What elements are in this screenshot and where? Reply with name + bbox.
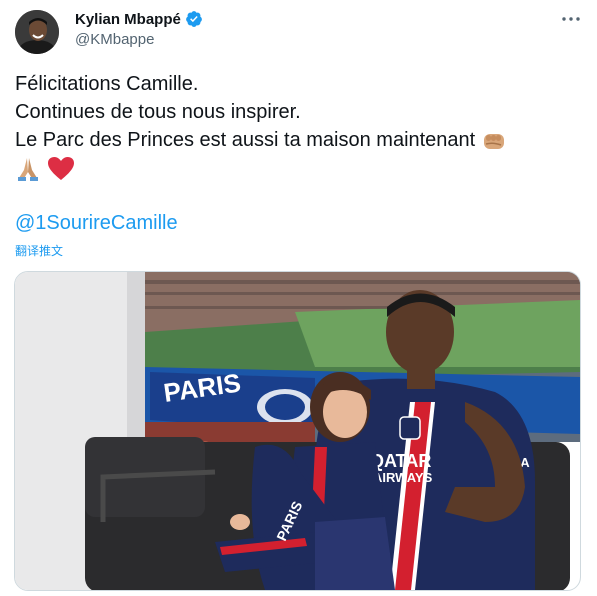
verified-badge-icon (185, 11, 202, 27)
tweet-card: Kylian Mbappé @KMbappe Félicitations Cam… (0, 0, 597, 596)
tweet-line-3-row: Le Parc des Princes est aussi ta maison … (15, 126, 585, 154)
translate-tweet-link[interactable]: 翻译推文 (15, 242, 63, 259)
tweet-text: Félicitations Camille. Continues de tous… (15, 70, 585, 182)
jersey-sponsor-1: QATAR (370, 451, 431, 471)
more-options-icon[interactable] (560, 8, 582, 30)
mention-link[interactable]: @1SourireCamille (15, 212, 178, 235)
tweet-line-1: Félicitations Camille. (15, 73, 199, 95)
tweet-line-4 (15, 154, 585, 182)
tweet-line-3: Le Parc des Princes est aussi ta maison … (15, 129, 476, 151)
avatar[interactable] (15, 10, 59, 54)
red-heart-emoji (47, 156, 74, 180)
author-handle[interactable]: @KMbappe (75, 31, 154, 48)
avatar-photo (15, 10, 59, 54)
author-name-text: Kylian Mbappé (75, 10, 181, 28)
jersey-sponsor-2: AIRWAYS (373, 470, 433, 485)
tweet-photo[interactable]: PARIS QATAR AIRWAYS GOA (14, 271, 581, 591)
author-name[interactable]: Kylian Mbappé (75, 10, 203, 28)
fist-emoji (483, 133, 504, 149)
photo-scene: PARIS QATAR AIRWAYS GOA (15, 272, 580, 590)
folded-hands-emoji (18, 157, 38, 181)
tweet-line-2: Continues de tous nous inspirer. (15, 101, 301, 123)
